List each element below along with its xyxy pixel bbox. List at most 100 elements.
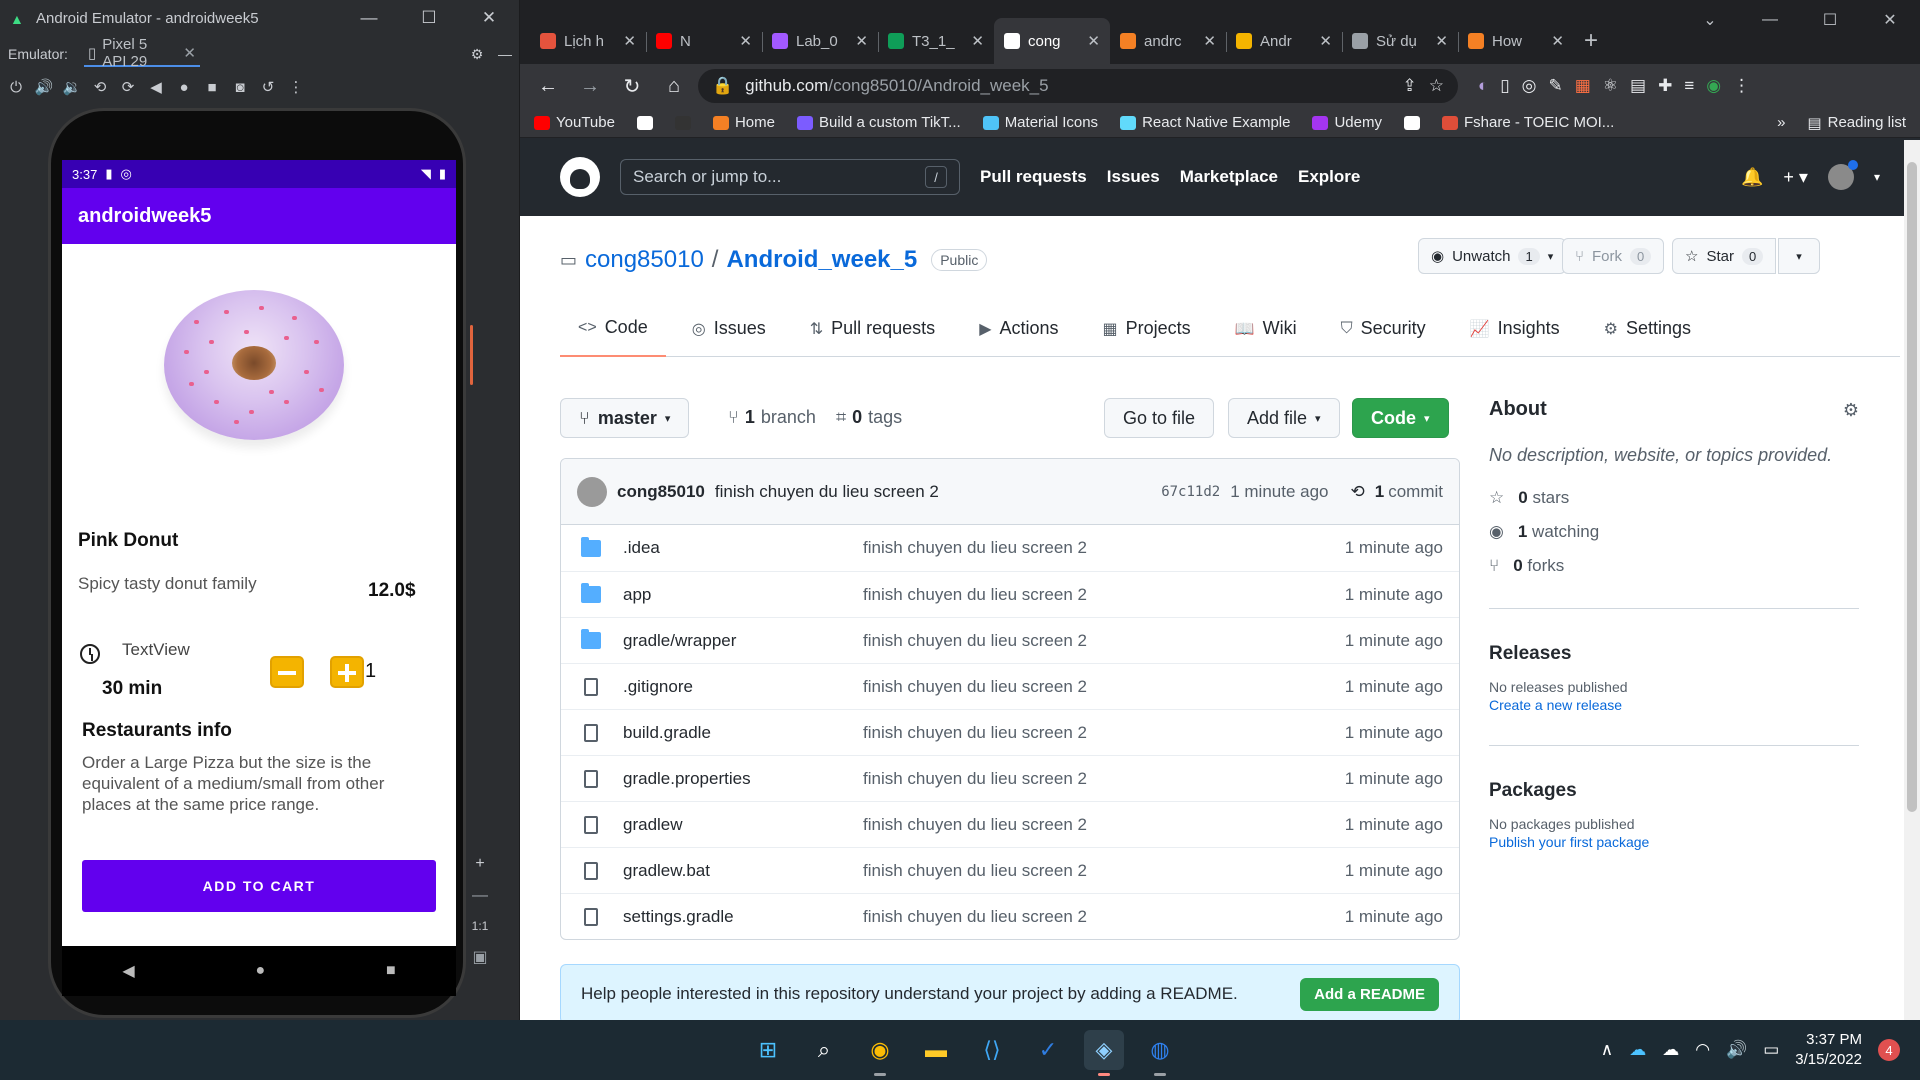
snapshot-icon[interactable]: ↺ bbox=[258, 78, 278, 96]
close-tab-icon[interactable]: ✕ bbox=[971, 32, 984, 50]
share-icon[interactable]: ⇪ bbox=[1403, 76, 1417, 96]
reading-list-button[interactable]: ▤ Reading list bbox=[1807, 114, 1906, 132]
search-icon[interactable]: ⌕ bbox=[804, 1030, 844, 1070]
new-tab-icon[interactable]: + bbox=[1584, 18, 1598, 64]
bookmark-item[interactable]: Fshare - TOEIC MOI... bbox=[1441, 114, 1614, 131]
go-to-file-button[interactable]: Go to file bbox=[1104, 398, 1215, 438]
profile-icon[interactable]: ◉ bbox=[1706, 76, 1721, 96]
file-name[interactable]: settings.gradle bbox=[623, 907, 863, 927]
tab-settings[interactable]: ⚙ Settings bbox=[1586, 300, 1709, 357]
browser-tab[interactable]: N ✕ bbox=[646, 18, 762, 64]
releases-title[interactable]: Releases bbox=[1489, 643, 1859, 665]
off-extension-icon[interactable]: ▦ bbox=[1575, 76, 1591, 96]
nav-back-icon[interactable]: ◀ bbox=[122, 961, 134, 981]
nav-home-icon[interactable]: ● bbox=[255, 962, 265, 980]
file-commit-message[interactable]: finish chuyen du lieu screen 2 bbox=[863, 815, 1345, 835]
file-commit-message[interactable]: finish chuyen du lieu screen 2 bbox=[863, 538, 1345, 558]
star-list-dropdown[interactable]: ▾ bbox=[1778, 238, 1820, 274]
star-button[interactable]: ☆ Star 0 bbox=[1672, 238, 1777, 274]
file-name[interactable]: app bbox=[623, 585, 863, 605]
close-tab-icon[interactable]: ✕ bbox=[1203, 32, 1216, 50]
browser-tab[interactable]: Andr ✕ bbox=[1226, 18, 1342, 64]
close-tab-icon[interactable]: ✕ bbox=[623, 32, 636, 50]
add-readme-button[interactable]: Add a README bbox=[1300, 977, 1439, 1011]
file-name[interactable]: gradlew.bat bbox=[623, 861, 863, 881]
nav-pull-requests[interactable]: Pull requests bbox=[980, 167, 1087, 187]
cloud-icon[interactable]: ☁ bbox=[1662, 1040, 1679, 1060]
address-bar[interactable]: 🔒 github.com /cong85010/Android_week_5 ⇪… bbox=[698, 69, 1458, 103]
commit-sha[interactable]: 67c11d2 bbox=[1161, 484, 1220, 500]
avatar[interactable] bbox=[1827, 160, 1858, 190]
browser-tab[interactable]: cong ✕ bbox=[994, 18, 1110, 64]
browser-tab[interactable]: andrc ✕ bbox=[1110, 18, 1226, 64]
close-tab-icon[interactable]: ✕ bbox=[739, 32, 752, 50]
zoom-in-icon[interactable]: + bbox=[475, 855, 484, 873]
maximize-icon[interactable]: ☐ bbox=[399, 8, 459, 28]
file-name[interactable]: gradle.properties bbox=[623, 769, 863, 789]
bookmark-item[interactable]: Material Icons bbox=[982, 114, 1098, 131]
bookmark-item[interactable] bbox=[1403, 115, 1420, 130]
bookmark-item[interactable]: Home bbox=[712, 114, 775, 131]
commit-count[interactable]: 1 bbox=[1375, 482, 1384, 502]
react-extension-icon[interactable]: ⚛ bbox=[1603, 76, 1618, 96]
zoom-out-icon[interactable]: — bbox=[472, 887, 488, 905]
forks-stat[interactable]: ⑂ 0 forks bbox=[1489, 556, 1859, 576]
file-explorer-icon[interactable]: ▬ bbox=[916, 1030, 956, 1070]
bell-icon[interactable]: 🔔 bbox=[1741, 167, 1763, 188]
volume-down-icon[interactable]: 🔉 bbox=[62, 78, 82, 96]
add-file-button[interactable]: Add file ▾ bbox=[1228, 398, 1340, 438]
bookmark-item[interactable] bbox=[674, 115, 691, 130]
close-tab-icon[interactable]: ✕ bbox=[1435, 32, 1448, 50]
create-new-icon[interactable]: + ▾ bbox=[1783, 167, 1808, 188]
tab-code[interactable]: <> Code bbox=[560, 300, 666, 357]
file-commit-message[interactable]: finish chuyen du lieu screen 2 bbox=[863, 861, 1345, 881]
volume-up-icon[interactable]: 🔊 bbox=[34, 78, 54, 96]
commit-message[interactable]: finish chuyen du lieu screen 2 bbox=[715, 482, 939, 502]
close-tab-icon[interactable]: ✕ bbox=[1319, 32, 1332, 50]
nav-issues[interactable]: Issues bbox=[1107, 167, 1160, 187]
minimize-icon[interactable]: — bbox=[1740, 0, 1800, 40]
back-icon[interactable]: ◀ bbox=[146, 78, 166, 96]
tab-issues[interactable]: ◎ Issues bbox=[674, 300, 784, 357]
file-commit-message[interactable]: finish chuyen du lieu screen 2 bbox=[863, 907, 1345, 927]
chevron-down-icon[interactable]: ▾ bbox=[1874, 170, 1880, 184]
browser-tab[interactable]: T3_1_ ✕ bbox=[878, 18, 994, 64]
file-commit-message[interactable]: finish chuyen du lieu screen 2 bbox=[863, 677, 1345, 697]
file-row[interactable]: gradle/wrapper finish chuyen du lieu scre… bbox=[561, 617, 1459, 663]
close-tab-icon[interactable]: ✕ bbox=[183, 44, 196, 62]
minimize-icon[interactable]: — bbox=[339, 8, 399, 28]
file-commit-message[interactable]: finish chuyen du lieu screen 2 bbox=[863, 769, 1345, 789]
scrollbar-thumb[interactable] bbox=[1907, 162, 1917, 812]
camera-icon[interactable]: ◙ bbox=[230, 79, 250, 96]
close-tab-icon[interactable]: ✕ bbox=[1551, 32, 1564, 50]
more-icon[interactable]: ⋮ bbox=[286, 78, 306, 96]
file-row[interactable]: gradlew finish chuyen du lieu screen 21 m… bbox=[561, 801, 1459, 847]
file-row[interactable]: gradle.properties finish chuyen du lieu s… bbox=[561, 755, 1459, 801]
commit-count-label[interactable]: commit bbox=[1388, 482, 1443, 502]
bookmark-item[interactable]: React Native Example bbox=[1120, 114, 1290, 131]
maximize-icon[interactable]: ☐ bbox=[1800, 0, 1860, 40]
bookmark-item[interactable] bbox=[636, 115, 653, 130]
repo-owner-link[interactable]: cong85010 bbox=[585, 246, 704, 274]
zalo-icon[interactable]: ◍ bbox=[1140, 1030, 1180, 1076]
target-extension-icon[interactable]: ◎ bbox=[1522, 76, 1537, 96]
watching-stat[interactable]: ◉ 1 watching bbox=[1489, 522, 1859, 542]
fit-screen-icon[interactable]: ▣ bbox=[472, 947, 487, 967]
tab-security[interactable]: ⛉ Security bbox=[1323, 300, 1444, 357]
repo-name-link[interactable]: Android_week_5 bbox=[726, 246, 917, 274]
file-row[interactable]: app finish chuyen du lieu screen 21 minut… bbox=[561, 571, 1459, 617]
code-button[interactable]: Code ▾ bbox=[1352, 398, 1449, 438]
file-name[interactable]: gradlew bbox=[623, 815, 863, 835]
vscode-icon[interactable]: ⟨⟩ bbox=[972, 1030, 1012, 1070]
file-name[interactable]: .gitignore bbox=[623, 677, 863, 697]
forward-arrow-icon[interactable]: → bbox=[572, 75, 608, 98]
close-icon[interactable]: ✕ bbox=[459, 8, 519, 28]
dark-mode-extension-icon[interactable]: ◐ bbox=[1478, 76, 1488, 96]
start-icon[interactable]: ⊞ bbox=[748, 1030, 788, 1070]
phone-extension-icon[interactable]: ▯ bbox=[1500, 76, 1509, 96]
publish-package-link[interactable]: Publish your first package bbox=[1489, 834, 1859, 850]
add-to-cart-button[interactable]: ADD TO CART bbox=[82, 860, 436, 912]
bookmark-item[interactable]: Build a custom TikT... bbox=[796, 114, 961, 131]
reload-icon[interactable]: ↻ bbox=[614, 74, 650, 99]
more-bookmarks-icon[interactable]: » bbox=[1777, 114, 1785, 131]
